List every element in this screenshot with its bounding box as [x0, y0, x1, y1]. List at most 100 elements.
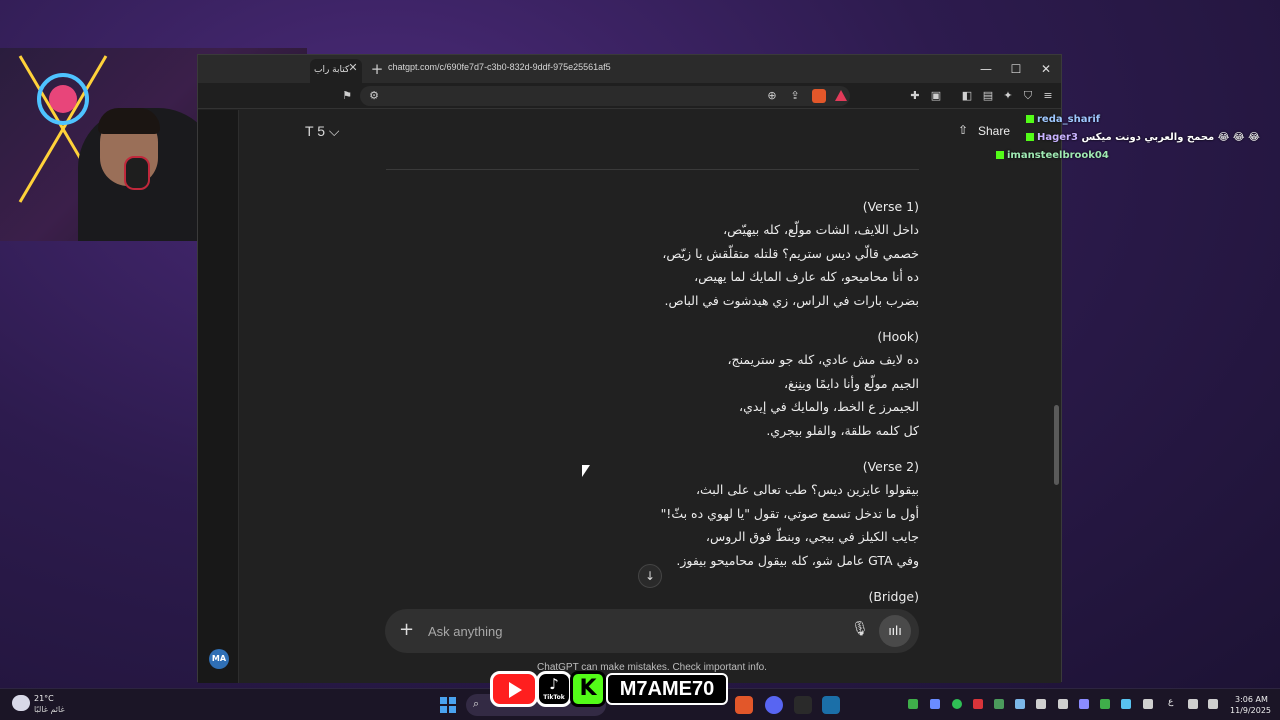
upload-icon: ⇧ [958, 123, 969, 137]
new-tab-button[interactable]: + [368, 60, 386, 78]
section-heading: (Bridge) [868, 589, 919, 604]
zoom-icon[interactable]: ⊕ [764, 88, 780, 104]
wallet-icon[interactable]: ▤ [980, 88, 996, 104]
voice-mode-button[interactable]: ıılı [879, 615, 911, 647]
tray-mic-icon[interactable] [973, 699, 983, 709]
maximize-button[interactable]: ☐ [1003, 59, 1029, 79]
tab-close-icon[interactable]: ✕ [346, 61, 360, 75]
lyric-line: كل كلمه طلقة، والفلو بيجري. [766, 422, 919, 438]
search-icon: ⌕ [473, 697, 480, 710]
kick-badge-icon [1026, 133, 1034, 141]
close-window-button[interactable]: ✕ [1033, 59, 1059, 79]
minimize-button[interactable]: — [973, 59, 999, 79]
url-text[interactable]: chatgpt.com/c/690fe7d7-c3b0-832d-9ddf-97… [388, 62, 611, 72]
weather-temperature[interactable]: 21°C [34, 694, 54, 703]
sidebar-icon[interactable]: ◧ [959, 88, 975, 104]
leo-ai-icon[interactable]: ✦ [1000, 88, 1016, 104]
tiktok-logo-icon: ♪ TikTok [536, 671, 572, 707]
user-avatar[interactable]: MA [209, 649, 229, 669]
tray-app-icon[interactable] [1058, 699, 1068, 709]
tray-mic-icon[interactable] [1143, 699, 1153, 709]
lyric-line: ده أنا محاميحو، كله عارف المايك لما يهيص… [694, 269, 919, 284]
mouse-cursor-icon [582, 465, 590, 477]
lyric-line: أول ما تدخل تسمع صوتي، تقول "يا لهوي ده … [660, 505, 919, 521]
chat-message: imansteelbrook04 [996, 150, 1109, 161]
steam-taskbar-icon[interactable] [822, 696, 840, 714]
tray-app-icon[interactable] [1121, 699, 1131, 709]
lyric-line: الجيم مولّع وأنا دايمًا وينِنغ، [783, 375, 919, 391]
composer: + 🎙 ıılı [385, 609, 919, 653]
tray-spotify-icon[interactable] [952, 699, 962, 709]
bookmark-icon[interactable]: ⚑ [339, 88, 355, 104]
chat-username: imansteelbrook04 [1007, 150, 1109, 161]
model-selector[interactable]: T 5 ⌵ [305, 123, 339, 140]
brave-taskbar-icon[interactable] [735, 696, 753, 714]
youtube-logo-icon [490, 671, 538, 707]
windows-start-icon[interactable] [440, 697, 456, 713]
lyrics-section: (Verse 2) بيقولوا عايزين ديس؟ طب تعالى ع… [386, 456, 919, 572]
chat-text: محمح والعربي دونت ميكس 😂 😂 😂 [1081, 132, 1260, 143]
plus-icon[interactable]: + [399, 621, 414, 639]
chat-message: Hager3 محمح والعربي دونت ميكس 😂 😂 😂 [1026, 132, 1260, 143]
section-heading: (Verse 1) [862, 199, 919, 214]
browser-window: كتابة راب ✕ + — ☐ ✕ ⚑ ⚙ chatgpt.com/c/69… [197, 54, 1062, 683]
streamer-hair [98, 108, 160, 134]
lyric-line: جايب الكيلز في ببجي، وبنطّ فوق الروس، [705, 529, 919, 544]
tab-bar: كتابة راب ✕ + — ☐ ✕ [198, 55, 1061, 83]
tray-app-icon[interactable] [930, 699, 940, 709]
kick-badge-icon [996, 151, 1004, 159]
lyrics-section: (Hook) ده لايف مش عادي، كله جو ستريمنج، … [386, 326, 920, 442]
section-heading: (Hook) [877, 329, 919, 344]
discord-taskbar-icon[interactable] [765, 696, 783, 714]
chat-username: Hager3 [1037, 132, 1078, 143]
lyric-line: بضرب بارات في الراس، زي هيدشوت في الباص. [664, 292, 920, 308]
screenshot-icon[interactable]: ▣ [928, 88, 944, 104]
chatgpt-page: MA T 5 ⌵ ⇧ Share (Verse 1) داخل اللايف، … [198, 110, 1061, 683]
tray-nvidia-icon[interactable] [908, 699, 918, 709]
clock-time[interactable]: 3:06 AM [1235, 695, 1268, 704]
tray-app-icon[interactable] [1079, 699, 1089, 709]
weather-cloud-icon[interactable] [12, 695, 30, 711]
lyrics-section: (Bridge) [386, 586, 919, 608]
share-button[interactable]: ⇧ Share [958, 121, 1014, 143]
lyrics-section: (Verse 1) داخل اللايف، الشات مولّع، كله … [386, 196, 919, 312]
message-divider [386, 169, 919, 170]
lyric-line: الجيمرز ع الخط، والمايك في إيدي، [739, 399, 919, 414]
social-banner: ♪ TikTok K M7AME70 [490, 671, 728, 707]
brave-rewards-icon[interactable] [835, 90, 847, 101]
weather-description[interactable]: غائم غالبًا [34, 705, 65, 714]
site-settings-icon[interactable]: ⚙ [366, 88, 382, 104]
streamer-handle: M7AME70 [606, 673, 728, 705]
tray-steam-icon[interactable] [1015, 699, 1025, 709]
terminal-taskbar-icon[interactable] [794, 696, 812, 714]
brave-shields-icon[interactable] [812, 89, 826, 103]
microphone-icon[interactable]: 🎙 [851, 621, 869, 641]
menu-icon[interactable]: ≡ [1040, 88, 1056, 104]
lyric-line: ده لايف مش عادي، كله جو ستريمنج، [727, 352, 920, 367]
kick-logo-icon: K [570, 671, 606, 707]
language-indicator[interactable]: ع [1168, 697, 1173, 707]
tray-app-icon[interactable] [1036, 699, 1046, 709]
tray-app-icon[interactable] [1100, 699, 1110, 709]
lyric-line: بيقولوا عايزين ديس؟ طب تعالى على البث، [695, 482, 919, 497]
chat-username: reda_sharif [1037, 114, 1101, 125]
share-page-icon[interactable]: ⇪ [787, 88, 803, 104]
sidebar-rail: MA [198, 110, 239, 683]
scroll-to-bottom-button[interactable]: ↓ [638, 564, 662, 588]
section-heading: (Verse 2) [862, 459, 919, 474]
tiktok-label: TikTok [543, 694, 565, 701]
volume-icon[interactable] [1208, 699, 1218, 709]
extensions-icon[interactable]: ✚ [907, 88, 923, 104]
chat-message: reda_sharif [1026, 114, 1100, 125]
kick-badge-icon [1026, 115, 1034, 123]
assistant-message: (Verse 1) داخل اللايف، الشات مولّع، كله … [386, 196, 919, 608]
lyric-line: خصمي قالّي ديس ستريم؟ قلتله متقلّقش يا ز… [662, 245, 919, 261]
tab-title: كتابة راب [314, 65, 350, 75]
share-label: Share [978, 124, 1011, 138]
network-icon[interactable] [1188, 699, 1198, 709]
clock-date[interactable]: 11/9/2025 [1230, 706, 1271, 715]
vpn-icon[interactable]: ⛉ [1020, 88, 1036, 104]
prompt-input[interactable] [428, 621, 828, 641]
tray-app-icon[interactable] [994, 699, 1004, 709]
scrollbar-thumb[interactable] [1054, 405, 1059, 485]
